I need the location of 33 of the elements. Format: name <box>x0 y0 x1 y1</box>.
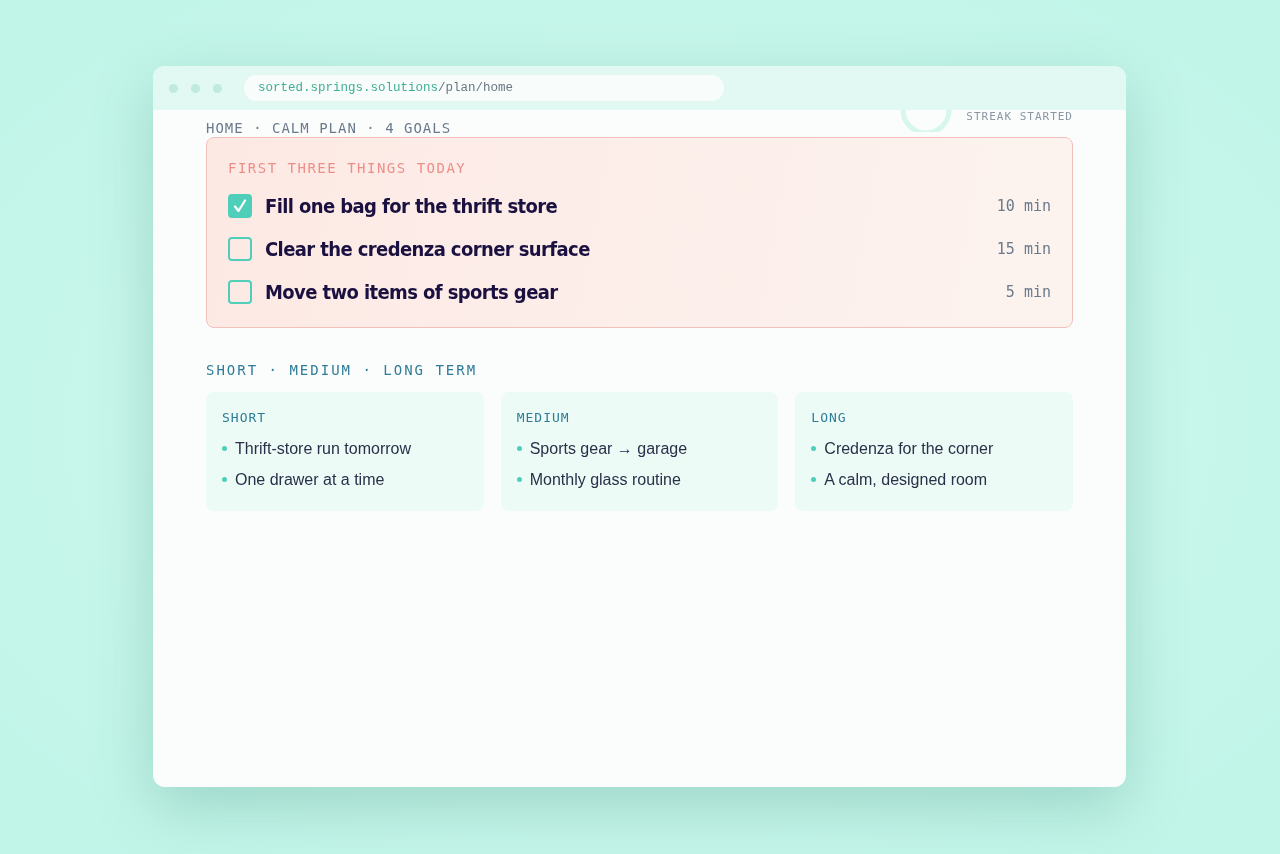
goal-item: One drawer at a time <box>235 470 385 489</box>
task-label: Fill one bag for the thrift store <box>265 193 559 218</box>
bullet-icon <box>811 446 817 451</box>
term-heading: LONG <box>811 410 848 425</box>
checkbox[interactable] <box>228 236 252 261</box>
address-bar[interactable]: sorted.springs.solutions/plan/home <box>244 75 724 101</box>
bullet-icon <box>222 477 227 482</box>
task-duration: 10 min <box>996 196 1051 215</box>
goal-item: Monthly glass routine <box>529 470 681 489</box>
term-heading: SHORT <box>222 410 268 425</box>
breadcrumb: HOME · CALM PLAN · 4 GOALS <box>206 120 452 136</box>
bullet-icon <box>516 477 522 482</box>
goal-item: Thrift-store run tomorrow <box>235 439 412 458</box>
checkbox[interactable] <box>228 193 252 218</box>
window-dot[interactable] <box>213 83 222 93</box>
goal-item: Credenza for the corner <box>824 439 994 458</box>
goal-item: Sports gear → garage <box>529 439 688 458</box>
bullet-icon <box>811 477 817 482</box>
bullet-icon <box>222 446 227 451</box>
window-dot[interactable] <box>169 83 178 93</box>
bullet-icon <box>516 446 522 451</box>
streak-label: STREAK STARTED <box>966 110 1073 123</box>
check-icon <box>233 198 247 213</box>
checkbox[interactable] <box>228 279 252 304</box>
task-duration: 15 min <box>996 239 1051 258</box>
section-title: SHORT · MEDIUM · LONG TERM <box>206 362 479 378</box>
task-label: Move two items of sports gear <box>265 279 559 304</box>
term-heading: MEDIUM <box>516 410 571 425</box>
goal-item: A calm, designed room <box>824 470 988 489</box>
card-title: FIRST THREE THINGS TODAY <box>228 160 468 176</box>
task-duration: 5 min <box>1005 282 1051 301</box>
task-label: Clear the credenza corner surface <box>265 236 591 261</box>
window-dot[interactable] <box>191 83 200 93</box>
